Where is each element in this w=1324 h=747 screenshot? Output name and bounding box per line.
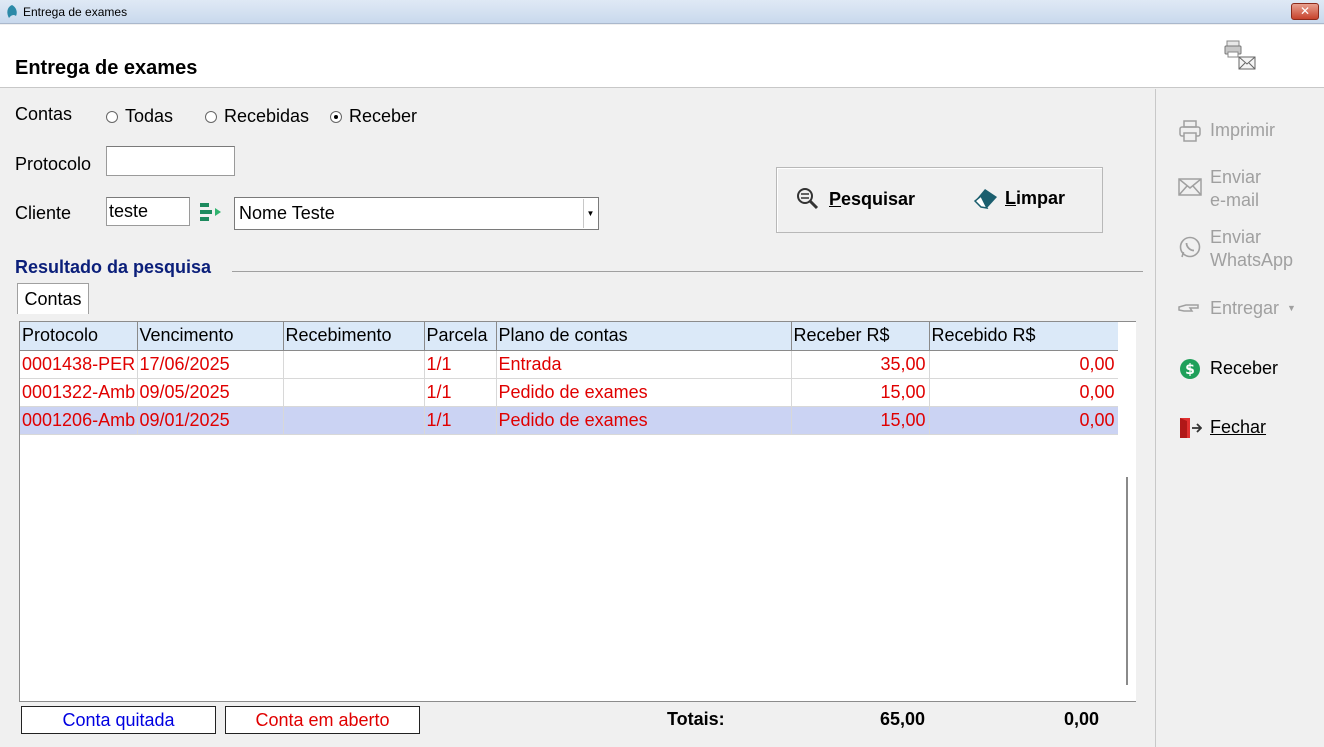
column-header[interactable]: Recebido R$ (929, 322, 1119, 351)
dollar-coin-icon: $ (1180, 359, 1200, 379)
cell-parcela: 1/1 (424, 350, 497, 379)
column-header[interactable]: Vencimento (137, 322, 284, 351)
printer-icon (1179, 120, 1201, 142)
exit-door-icon (1180, 418, 1202, 438)
pesquisar-button[interactable]: Pesquisar (795, 186, 915, 212)
fechar-button[interactable]: Fechar (1178, 416, 1266, 440)
imprimir-button[interactable]: Imprimir (1178, 119, 1275, 143)
table-row-selected[interactable]: 0001206-Amb 09/01/2025 1/1 Pedido de exa… (20, 406, 1119, 435)
cell-plano: Pedido de exames (496, 378, 792, 407)
limpar-label: Limpar (1005, 187, 1066, 208)
enviar-whatsapp-label: Enviar (1210, 227, 1262, 247)
column-header[interactable]: Parcela (424, 322, 497, 351)
cliente-label: Cliente (15, 203, 72, 223)
cell-plano: Entrada (496, 350, 792, 379)
protocolo-input[interactable] (106, 146, 235, 176)
imprimir-label: Imprimir (1210, 120, 1275, 140)
column-header[interactable]: Recebimento (283, 322, 425, 351)
eraser-icon (973, 189, 997, 209)
cell-parcela: 1/1 (424, 406, 497, 435)
cell-parcela: 1/1 (424, 378, 497, 407)
cell-protocolo: 0001322-Amb (20, 378, 138, 407)
cell-vencimento: 17/06/2025 (137, 350, 284, 379)
contas-label: Contas (15, 104, 73, 124)
cell-receber: 15,00 (791, 378, 930, 407)
total-recebido: 0,00 (1063, 709, 1099, 729)
column-header[interactable]: Protocolo (20, 322, 138, 351)
totals-label: Totais: (667, 709, 725, 729)
cell-protocolo: 0001438-PER (20, 350, 138, 379)
pesquisar-label: Pesquisar (829, 188, 916, 209)
enviar-email-button[interactable]: Enviar e-mail (1178, 166, 1261, 212)
radio-receber-dot[interactable] (330, 110, 342, 123)
page-title: Entrega de exames (15, 57, 198, 79)
radio-recebidas[interactable]: Recebidas (205, 106, 309, 127)
close-window-button[interactable]: ✕ (1291, 3, 1319, 20)
chevron-down-icon[interactable]: ▼ (583, 199, 597, 228)
radio-todas-label: Todas (125, 106, 174, 126)
tab-contas[interactable]: Contas (17, 283, 89, 314)
page-header: Entrega de exames (0, 25, 1324, 88)
table-row[interactable]: 0001438-PER 17/06/2025 1/1 Entrada 35,00… (20, 350, 1119, 379)
hand-deliver-icon (1178, 304, 1199, 312)
limpar-button[interactable]: Limpar (973, 186, 1065, 210)
entregar-label: Entregar (1210, 298, 1280, 318)
table-row[interactable]: 0001322-Amb 09/05/2025 1/1 Pedido de exa… (20, 378, 1119, 407)
radio-recebidas-dot[interactable] (205, 110, 217, 123)
mail-icon (1178, 178, 1202, 196)
cell-receber: 15,00 (791, 406, 930, 435)
radio-receber[interactable]: Receber (330, 106, 417, 127)
results-table: Protocolo Vencimento Recebimento Parcela… (20, 322, 1119, 435)
cell-recebido: 0,00 (929, 350, 1119, 379)
scrollbar-thumb[interactable] (1126, 477, 1128, 685)
window-title: Entrega de exames (23, 5, 128, 19)
cell-recebido: 0,00 (929, 406, 1119, 435)
total-receber: 65,00 (879, 709, 925, 729)
radio-recebidas-label: Recebidas (224, 106, 310, 126)
cell-recebimento (283, 378, 425, 407)
search-actions-group: Pesquisar Limpar (776, 167, 1103, 233)
cell-protocolo: 0001206-Amb (20, 406, 138, 435)
cell-recebido: 0,00 (929, 378, 1119, 407)
enviar-whatsapp-label-2: WhatsApp (1210, 250, 1294, 270)
protocolo-label: Protocolo (15, 154, 92, 174)
enviar-whatsapp-button[interactable]: Enviar WhatsApp (1178, 226, 1293, 272)
window-titlebar: Entrega de exames ✕ (0, 0, 1324, 24)
cell-vencimento: 09/05/2025 (137, 378, 284, 407)
radio-todas[interactable]: Todas (106, 106, 173, 127)
cliente-select[interactable]: Nome Teste ▼ (234, 197, 599, 230)
client-lookup-icon[interactable] (199, 201, 223, 225)
enviar-email-label: Enviar (1210, 167, 1262, 187)
receber-button[interactable]: $ Receber (1178, 357, 1278, 381)
cell-recebimento (283, 350, 425, 379)
cell-plano: Pedido de exames (496, 406, 792, 435)
print-mail-icon[interactable] (1224, 39, 1258, 73)
cell-receber: 35,00 (791, 350, 930, 379)
legend-paid: Conta quitada (21, 706, 216, 734)
legend-open: Conta em aberto (225, 706, 420, 734)
results-section-title: Resultado da pesquisa (15, 257, 212, 277)
search-icon (797, 188, 819, 210)
fechar-label: Fechar (1210, 417, 1267, 437)
table-header-row: Protocolo Vencimento Recebimento Parcela… (20, 322, 1119, 351)
vertical-scrollbar[interactable] (1118, 322, 1136, 701)
radio-todas-dot[interactable] (106, 110, 118, 123)
chevron-down-icon[interactable]: ▼ (1287, 297, 1296, 320)
svg-text:$: $ (1185, 362, 1195, 378)
results-grid: Protocolo Vencimento Recebimento Parcela… (19, 321, 1136, 702)
enviar-email-label-2: e-mail (1210, 190, 1260, 210)
app-icon (7, 5, 17, 18)
cliente-code-input[interactable]: teste (106, 197, 190, 226)
column-header[interactable]: Plano de contas (496, 322, 792, 351)
receber-label: Receber (1210, 358, 1279, 378)
cliente-select-value: Nome Teste (239, 203, 335, 223)
entregar-button[interactable]: Entregar ▼ (1178, 297, 1296, 321)
cell-recebimento (283, 406, 425, 435)
side-action-panel: Imprimir Enviar e-mail Enviar WhatsApp Ent… (1155, 89, 1324, 747)
whatsapp-icon (1179, 236, 1201, 258)
column-header[interactable]: Receber R$ (791, 322, 930, 351)
section-divider (232, 271, 1143, 272)
cell-vencimento: 09/01/2025 (137, 406, 284, 435)
radio-receber-label: Receber (349, 106, 418, 126)
